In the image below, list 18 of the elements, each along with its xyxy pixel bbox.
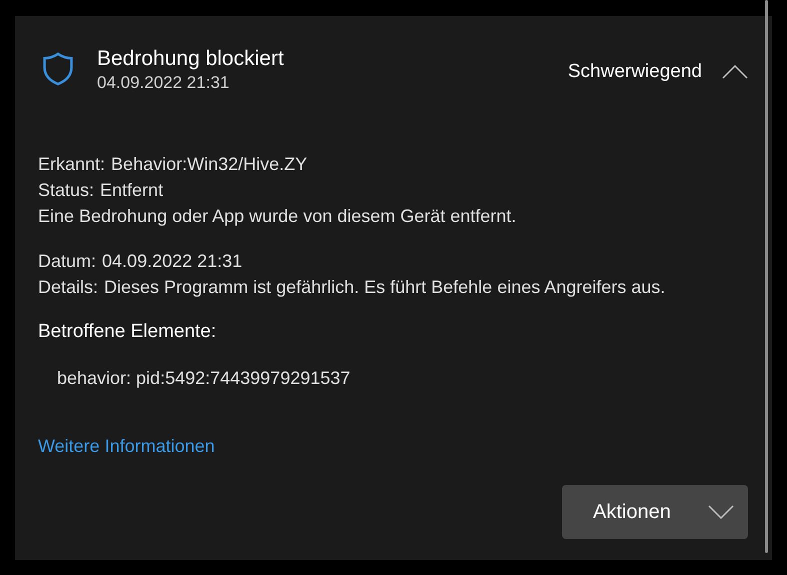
- affected-heading: Betroffene Elemente:: [38, 320, 218, 344]
- chevron-down-icon: [708, 505, 734, 519]
- field-value: Entfernt: [100, 179, 164, 202]
- field-label: Details:: [38, 276, 98, 299]
- threat-date: 04.09.2022 21:31: [97, 72, 230, 94]
- threat-title: Bedrohung blockiert: [97, 46, 284, 72]
- field-value: Behavior:Win32/Hive.ZY: [111, 153, 308, 176]
- field-label: Erkannt:: [38, 153, 106, 176]
- field-label: Datum:: [38, 250, 96, 273]
- more-info-link[interactable]: Weitere Informationen: [38, 433, 215, 459]
- expand-toggle[interactable]: Schwerwiegend: [568, 58, 748, 86]
- actions-button[interactable]: Aktionen: [562, 485, 748, 539]
- field-value: Dieses Programm ist gefährlich. Es führt Befehle eines Angreifers aus.: [104, 276, 666, 299]
- field-label: Status:: [38, 179, 94, 202]
- status-note: Eine Bedrohung oder App wurde von diesem Gerät entfernt.: [38, 205, 518, 228]
- scrollbar[interactable]: [765, 0, 768, 553]
- affected-item: behavior: pid:5492:74439979291537: [57, 367, 352, 390]
- field-value: 04.09.2022 21:31: [102, 250, 242, 273]
